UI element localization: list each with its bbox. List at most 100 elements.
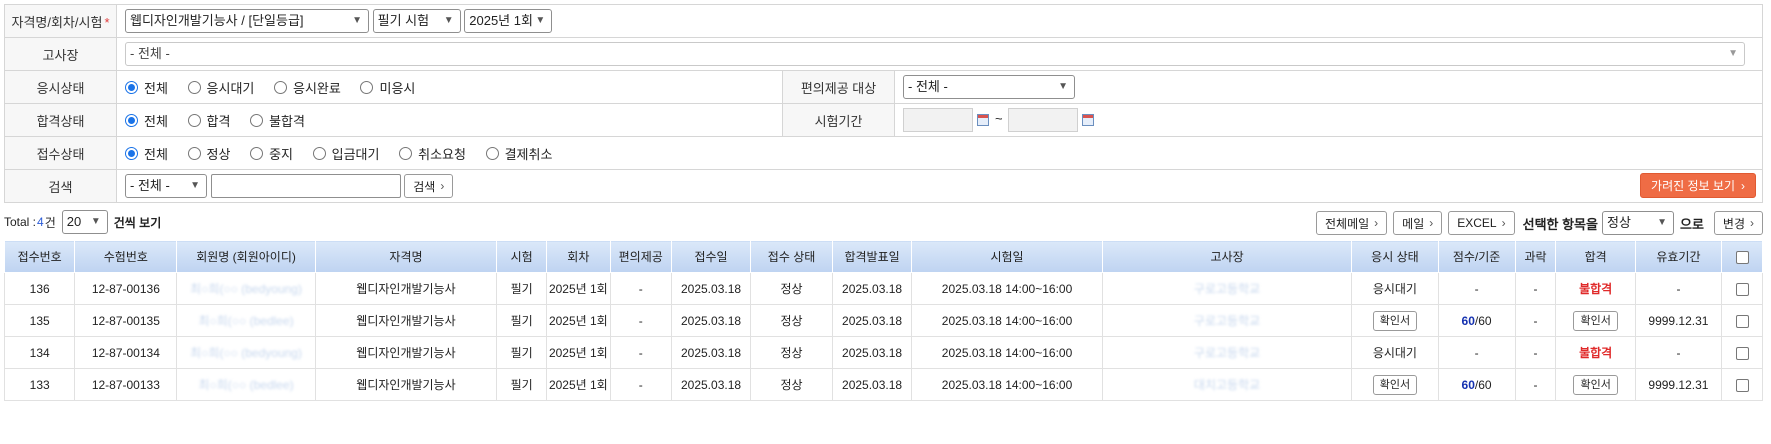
col-header[interactable]: 과락 <box>1514 240 1557 273</box>
row-checkbox[interactable] <box>1735 378 1749 392</box>
col-header[interactable]: 점수/기준 <box>1437 240 1516 273</box>
exam-type-select[interactable]: 필기 시험 ▼ <box>372 9 461 33</box>
convenience-select[interactable]: - 전체 - ▼ <box>903 75 1075 99</box>
cell-receipt-no: 133 <box>3 368 76 401</box>
calendar-icon[interactable] <box>1082 114 1095 126</box>
cell-exam-state: 응시대기 <box>1351 336 1439 369</box>
pass-status-label: 합격상태 <box>4 103 117 137</box>
table-row[interactable]: 133 12-87-00133 최○희(○○ (bedlee) 웹디자인개발기능사 필기… <box>3 368 1763 401</box>
select-all-checkbox[interactable] <box>1735 250 1749 264</box>
status-change-select[interactable]: 정상 ▼ <box>1601 211 1674 235</box>
end-date-input[interactable] <box>1008 108 1079 132</box>
cell-fail-cut: - <box>1514 336 1557 369</box>
cell-receipt-date: 2025.03.18 <box>670 368 752 401</box>
chevron-down-icon: ▼ <box>190 180 200 191</box>
certificate-button[interactable]: 확인서 <box>1372 374 1418 395</box>
col-header[interactable]: 회차 <box>546 240 611 273</box>
col-header[interactable]: 접수일 <box>670 240 752 273</box>
cell-fail-cut: - <box>1514 272 1557 305</box>
certificate-button[interactable]: 확인서 <box>1372 310 1418 331</box>
radio-fail[interactable]: 불합격 <box>250 111 305 130</box>
total-count: 4 <box>37 215 44 229</box>
col-header[interactable]: 자격명 <box>314 240 498 273</box>
show-hidden-info-button[interactable]: 가려진 정보 보기 › <box>1640 173 1756 198</box>
change-button[interactable]: 변경 › <box>1713 211 1763 235</box>
radio-receipt-stopped[interactable]: 중지 <box>250 144 293 163</box>
cell-cert: 웹디자인개발기능사 <box>314 272 498 305</box>
col-header[interactable]: 유효기간 <box>1634 240 1723 273</box>
cell-receipt-no: 136 <box>3 272 76 305</box>
certificate-button[interactable]: 확인서 <box>1573 374 1618 395</box>
certificate-button[interactable]: 확인서 <box>1573 310 1618 331</box>
cell-result: 불합격 <box>1555 272 1636 305</box>
row-checkbox[interactable] <box>1735 282 1749 296</box>
selected-items-label: 선택한 항목을 <box>1522 216 1598 232</box>
cell-receipt-no: 135 <box>3 304 76 337</box>
cell-select <box>1721 304 1763 337</box>
col-header[interactable]: 응시 상태 <box>1351 240 1439 273</box>
cell-score: 60/60 <box>1437 368 1516 401</box>
cell-valid-period: - <box>1634 272 1723 305</box>
mail-button[interactable]: 메일 › <box>1393 211 1443 235</box>
radio-receipt-all[interactable]: 전체 <box>125 144 168 163</box>
search-button[interactable]: 검색 › <box>404 174 454 198</box>
cell-announce-date: 2025.03.18 <box>831 336 913 369</box>
cert-select[interactable]: 웹디자인개발기능사 / [단일등급] ▼ <box>125 9 369 33</box>
excel-button[interactable]: EXCEL › <box>1448 211 1515 235</box>
radio-pass-all[interactable]: 전체 <box>125 111 168 130</box>
table-row[interactable]: 134 12-87-00134 최○희(○○ (bedyoung) 웹디자인개발기능사… <box>3 336 1763 369</box>
all-mail-button[interactable]: 전체메일 › <box>1315 211 1388 235</box>
total-label: Total : <box>4 215 37 229</box>
cell-score: - <box>1437 272 1516 305</box>
radio-exam-status-waiting[interactable]: 응시대기 <box>187 78 254 97</box>
site-select[interactable]: - 전체 - ▼ <box>125 42 1745 66</box>
cell-site: 구로고등학교 <box>1101 304 1353 337</box>
search-scope-select[interactable]: - 전체 - ▼ <box>125 174 207 198</box>
col-header[interactable]: 시험일 <box>911 240 1103 273</box>
row-checkbox[interactable] <box>1735 314 1749 328</box>
col-header[interactable]: 고사장 <box>1101 240 1353 273</box>
cell-exam-type: 필기 <box>496 304 548 337</box>
cell-receipt-date: 2025.03.18 <box>670 304 752 337</box>
col-header[interactable]: 합격발표일 <box>831 240 913 273</box>
start-date-input[interactable] <box>903 108 973 132</box>
radio-pass[interactable]: 합격 <box>187 111 230 130</box>
calendar-icon[interactable] <box>977 114 989 126</box>
row-checkbox[interactable] <box>1735 346 1749 360</box>
chevron-down-icon: ▼ <box>443 15 454 26</box>
cell-result: 확인서 <box>1555 304 1636 337</box>
cell-select <box>1721 272 1763 305</box>
radio-exam-status-all[interactable]: 전체 <box>125 78 168 97</box>
radio-exam-status-absent[interactable]: 미응시 <box>360 78 415 97</box>
cell-member: 최○희(○○ (bedlee) <box>176 304 316 337</box>
radio-receipt-normal[interactable]: 정상 <box>187 144 230 163</box>
col-header[interactable]: 합격 <box>1555 240 1636 273</box>
col-header[interactable]: 접수번호 <box>3 240 76 273</box>
col-header[interactable]: 시험 <box>496 240 548 273</box>
col-header[interactable]: 편의제공 <box>609 240 672 273</box>
cell-exam-type: 필기 <box>496 272 548 305</box>
cell-score: 60/60 <box>1437 304 1516 337</box>
col-header[interactable]: 접수 상태 <box>750 240 833 273</box>
cell-receipt-status: 정상 <box>750 368 833 401</box>
cell-exam-date: 2025.03.18 14:00~16:00 <box>911 272 1103 305</box>
table-row[interactable]: 135 12-87-00135 최○희(○○ (bedlee) 웹디자인개발기능사 필기… <box>3 304 1763 337</box>
radio-receipt-pending-payment[interactable]: 입금대기 <box>312 144 379 163</box>
cell-valid-period: 9999.12.31 <box>1634 368 1723 401</box>
search-input[interactable] <box>210 174 401 198</box>
receipt-status-label: 접수상태 <box>4 136 117 170</box>
table-row[interactable]: 136 12-87-00136 최○희(○○ (bedyoung) 웹디자인개발기능사… <box>3 272 1763 305</box>
cell-receipt-date: 2025.03.18 <box>670 272 752 305</box>
col-header[interactable]: 수험번호 <box>74 240 178 273</box>
radio-receipt-payment-cancelled[interactable]: 결제취소 <box>485 144 552 163</box>
round-select[interactable]: 2025년 1회 ▼ <box>464 9 553 33</box>
cell-announce-date: 2025.03.18 <box>831 304 913 337</box>
cell-convenience: - <box>609 272 672 305</box>
radio-receipt-cancel-request[interactable]: 취소요청 <box>399 144 466 163</box>
radio-exam-status-done[interactable]: 응시완료 <box>274 78 341 97</box>
cell-result: 확인서 <box>1555 368 1636 401</box>
cell-score: - <box>1437 336 1516 369</box>
col-header[interactable]: 회원명 (회원아이디) <box>176 240 316 273</box>
page-size-select[interactable]: 20 ▼ <box>61 210 108 234</box>
page-size-label: 건씩 보기 <box>113 215 162 230</box>
